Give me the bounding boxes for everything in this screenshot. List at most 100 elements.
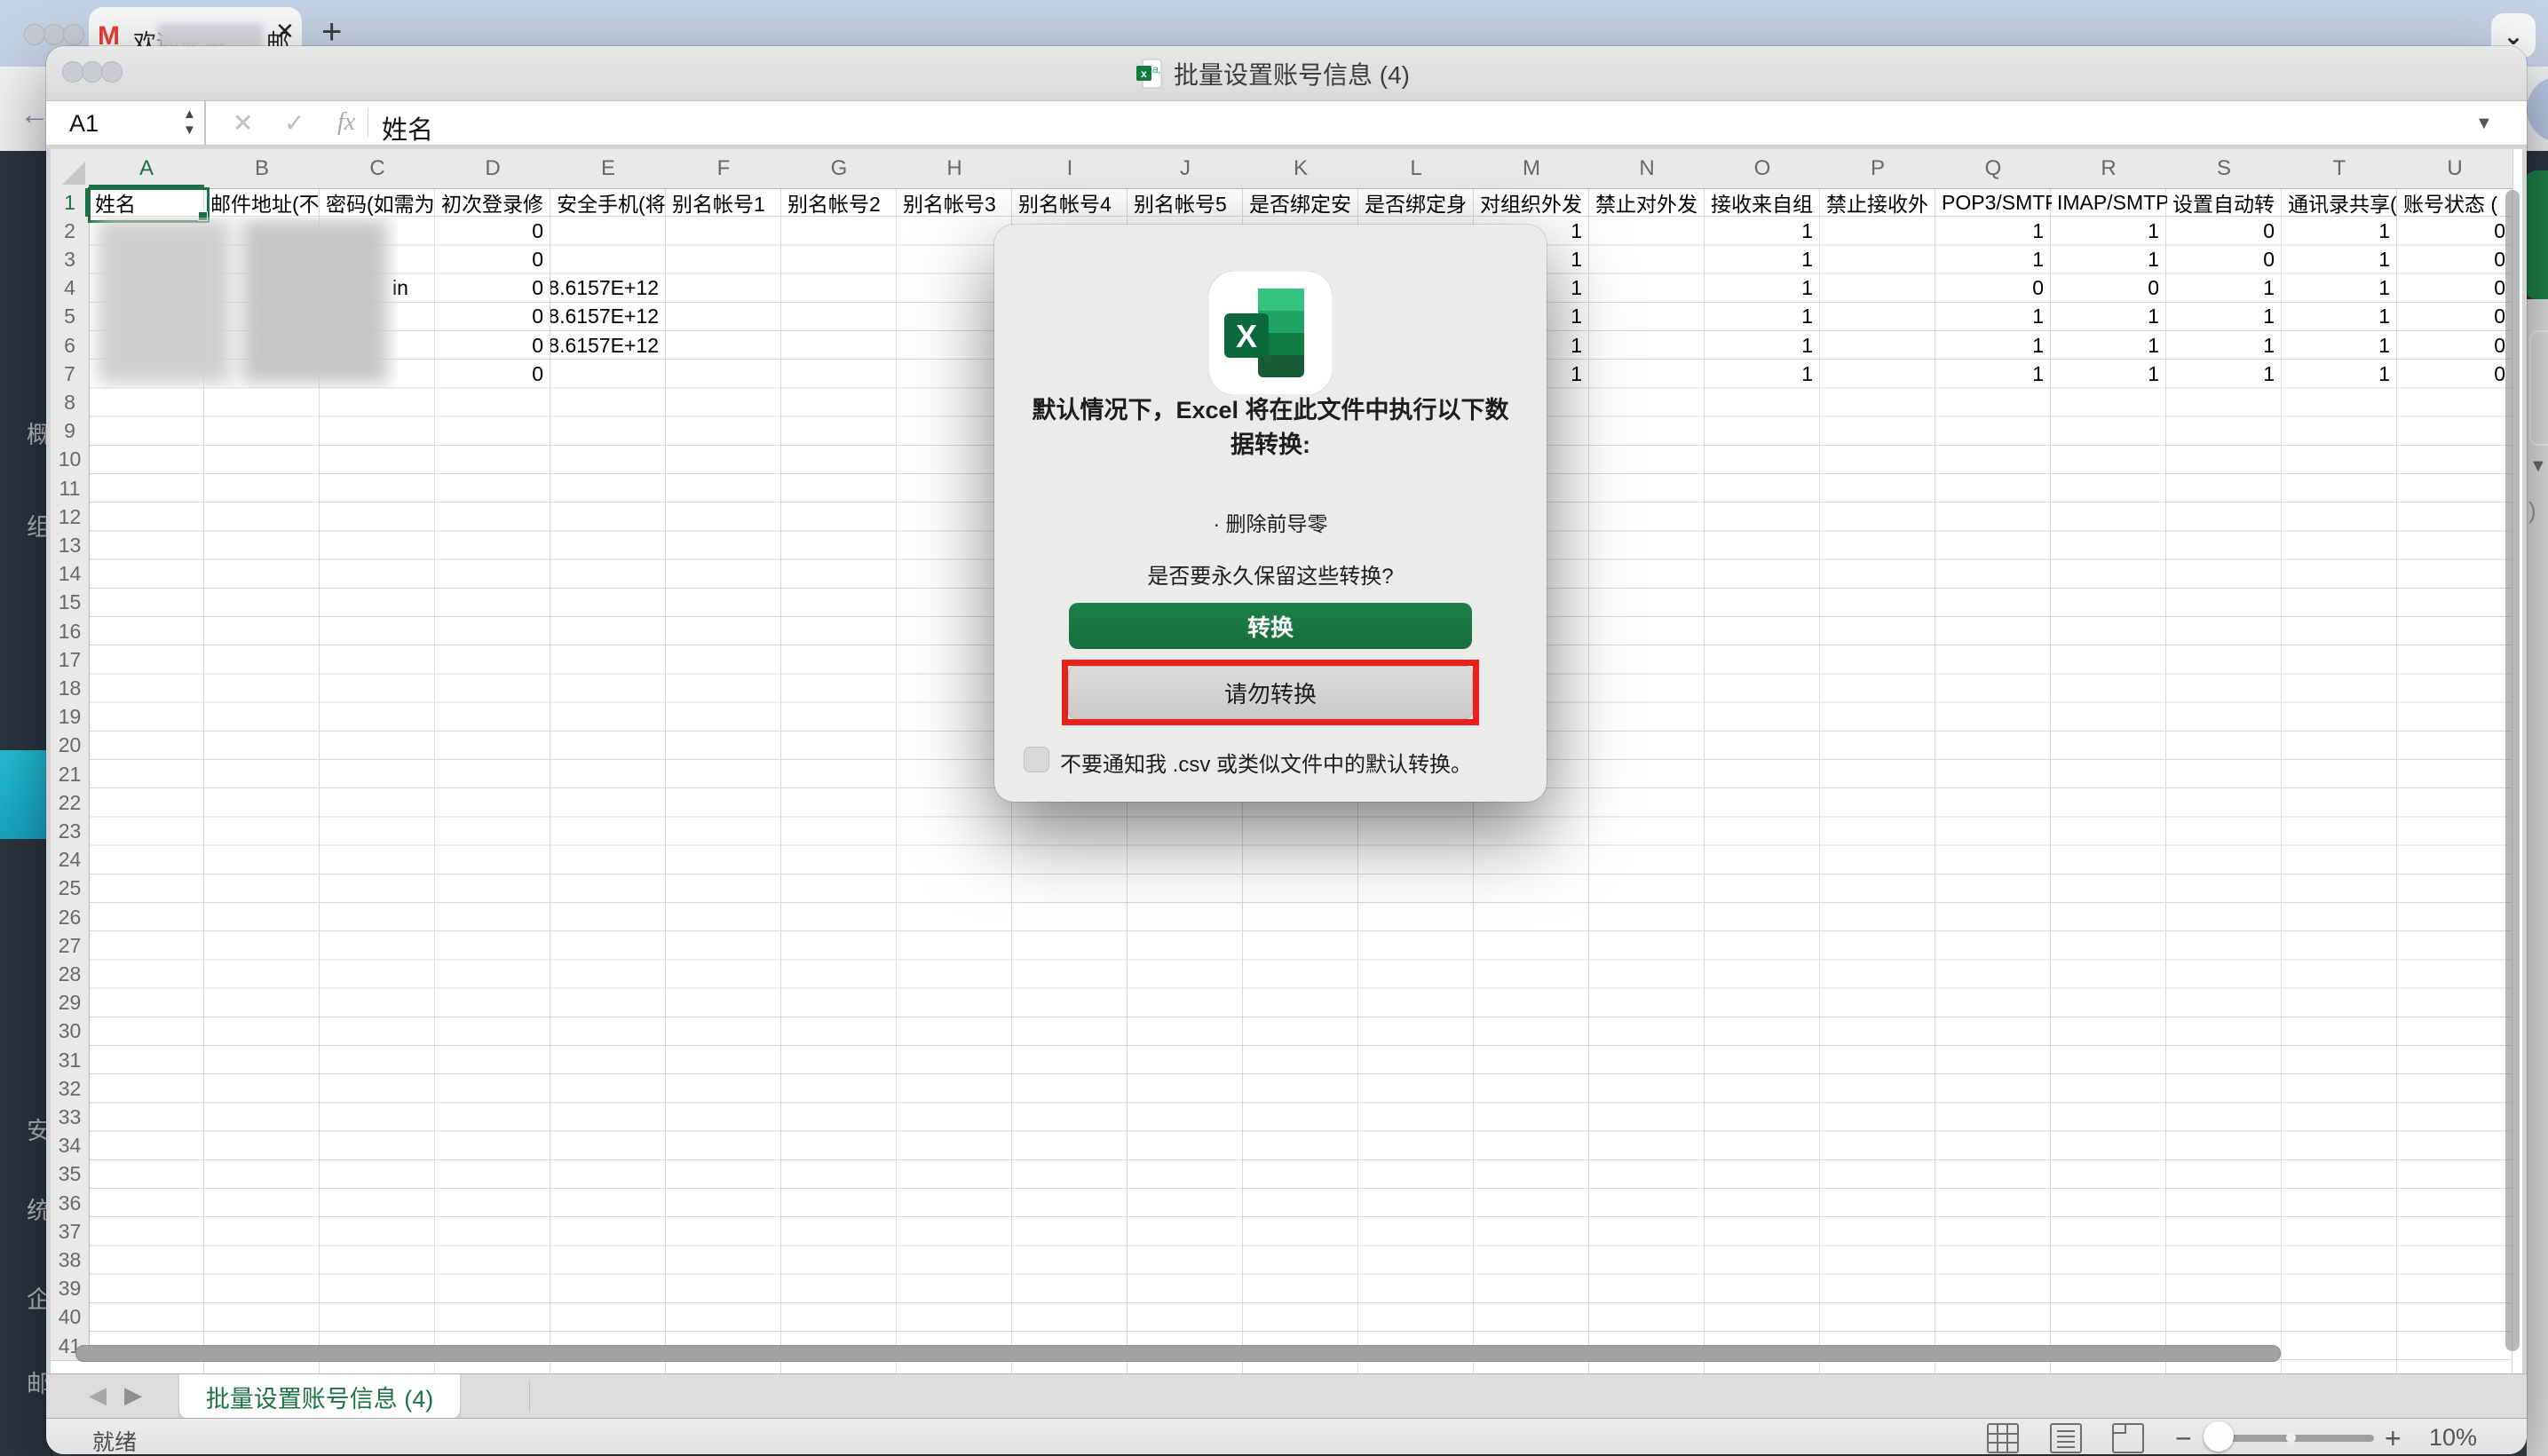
row-header-3[interactable]: 3 xyxy=(51,245,90,274)
cell-D4[interactable]: 0 xyxy=(435,274,550,303)
column-header-A[interactable]: A xyxy=(89,149,205,189)
normal-view-icon[interactable] xyxy=(1987,1423,2019,1453)
name-box[interactable]: A1 ▲▼ xyxy=(53,101,206,145)
cell-P1[interactable]: 禁止接收外 xyxy=(1820,188,1936,217)
row-header-11[interactable]: 11 xyxy=(51,474,90,503)
horizontal-scrollbar[interactable] xyxy=(75,1345,2281,1362)
prev-sheet-icon[interactable]: ◀ xyxy=(89,1381,107,1409)
insert-function-icon[interactable]: fx xyxy=(337,108,355,137)
cell-B1[interactable]: 邮件地址(不 xyxy=(204,188,320,217)
cell-D3[interactable]: 0 xyxy=(435,245,550,273)
row-header-38[interactable]: 38 xyxy=(51,1246,90,1275)
dont-convert-button[interactable]: 请勿转换 xyxy=(1068,666,1473,719)
cell-D2[interactable]: 0 xyxy=(435,217,550,245)
cell-Q2[interactable]: 1 xyxy=(1935,217,2051,245)
cell-D5[interactable]: 0 xyxy=(435,303,550,331)
row-header-33[interactable]: 33 xyxy=(51,1103,90,1132)
excel-minimize-button[interactable] xyxy=(82,61,103,83)
cell-S5[interactable]: 1 xyxy=(2166,303,2282,331)
zoom-slider-knob[interactable] xyxy=(2204,1421,2234,1452)
cell-R4[interactable]: 0 xyxy=(2051,274,2166,303)
row-header-1[interactable]: 1 xyxy=(51,188,90,218)
cell-G1[interactable]: 别名帐号2 xyxy=(781,188,898,217)
name-box-stepper[interactable]: ▲▼ xyxy=(183,107,196,138)
row-header-19[interactable]: 19 xyxy=(51,703,90,732)
zoom-out-icon[interactable]: − xyxy=(2175,1422,2192,1454)
column-header-O[interactable]: O xyxy=(1705,149,1821,189)
row-header-5[interactable]: 5 xyxy=(51,303,90,332)
row-header-15[interactable]: 15 xyxy=(51,589,90,618)
row-header-25[interactable]: 25 xyxy=(51,874,90,904)
row-header-28[interactable]: 28 xyxy=(51,960,90,989)
tab-close-icon[interactable]: ✕ xyxy=(275,18,295,45)
cell-U6[interactable]: 0 xyxy=(2397,331,2512,360)
row-header-16[interactable]: 16 xyxy=(51,617,90,646)
column-header-Q[interactable]: Q xyxy=(1935,149,2052,189)
cell-J1[interactable]: 别名帐号5 xyxy=(1128,188,1244,217)
cell-C1[interactable]: 密码(如需为 xyxy=(320,188,436,217)
dont-notify-checkbox[interactable] xyxy=(1024,747,1049,772)
row-header-21[interactable]: 21 xyxy=(51,760,90,789)
row-header-31[interactable]: 31 xyxy=(51,1046,90,1075)
row-header-24[interactable]: 24 xyxy=(51,846,90,875)
cell-R5[interactable]: 1 xyxy=(2051,303,2166,331)
row-header-32[interactable]: 32 xyxy=(51,1074,90,1104)
cell-U7[interactable]: 0 xyxy=(2397,360,2512,388)
row-header-18[interactable]: 18 xyxy=(51,674,90,703)
column-header-C[interactable]: C xyxy=(320,149,436,189)
cell-S1[interactable]: 设置自动转 xyxy=(2166,188,2283,217)
cell-Q1[interactable]: POP3/SMTP xyxy=(1935,188,2052,217)
excel-zoom-button[interactable] xyxy=(101,61,123,83)
cell-N1[interactable]: 禁止对外发 xyxy=(1589,188,1705,217)
row-header-22[interactable]: 22 xyxy=(51,788,90,818)
row-header-4[interactable]: 4 xyxy=(51,274,90,304)
cell-E4[interactable]: 8.6157E+12 xyxy=(550,274,666,303)
column-header-N[interactable]: N xyxy=(1589,149,1705,189)
cell-R1[interactable]: IMAP/SMTP xyxy=(2051,188,2167,217)
browser-zoom-button[interactable] xyxy=(63,24,84,45)
cell-O4[interactable]: 1 xyxy=(1705,274,1820,303)
row-header-30[interactable]: 30 xyxy=(51,1017,90,1047)
cell-T7[interactable]: 1 xyxy=(2282,360,2397,388)
column-header-L[interactable]: L xyxy=(1358,149,1475,189)
cell-Q6[interactable]: 1 xyxy=(1935,331,2051,360)
cell-H1[interactable]: 别名帐号3 xyxy=(897,188,1013,217)
row-header-14[interactable]: 14 xyxy=(51,560,90,590)
sheet-tab-active[interactable]: 批量设置账号信息 (4) xyxy=(179,1374,460,1419)
cell-E1[interactable]: 安全手机(将 xyxy=(550,188,667,217)
cell-L1[interactable]: 是否绑定身 xyxy=(1358,188,1475,217)
row-header-36[interactable]: 36 xyxy=(51,1189,90,1218)
page-layout-view-icon[interactable] xyxy=(2050,1423,2082,1453)
row-header-23[interactable]: 23 xyxy=(51,817,90,846)
cell-O5[interactable]: 1 xyxy=(1705,303,1820,331)
column-header-F[interactable]: F xyxy=(666,149,782,189)
cell-R7[interactable]: 1 xyxy=(2051,360,2166,388)
cell-O1[interactable]: 接收来自组 xyxy=(1705,188,1821,217)
cell-E6[interactable]: 8.6157E+12 xyxy=(550,331,666,360)
column-header-I[interactable]: I xyxy=(1012,149,1128,189)
enter-icon[interactable]: ✓ xyxy=(284,108,305,138)
cell-K1[interactable]: 是否绑定安 xyxy=(1243,188,1359,217)
column-header-D[interactable]: D xyxy=(435,149,551,189)
column-header-J[interactable]: J xyxy=(1128,149,1244,189)
zoom-in-icon[interactable]: + xyxy=(2385,1422,2402,1454)
cancel-icon[interactable]: ✕ xyxy=(233,108,253,138)
row-header-7[interactable]: 7 xyxy=(51,360,90,389)
row-header-12[interactable]: 12 xyxy=(51,502,90,532)
row-header-2[interactable]: 2 xyxy=(51,217,90,246)
column-header-P[interactable]: P xyxy=(1820,149,1936,189)
column-header-B[interactable]: B xyxy=(204,149,320,189)
cell-S7[interactable]: 1 xyxy=(2166,360,2282,388)
row-header-8[interactable]: 8 xyxy=(51,388,90,417)
next-sheet-icon[interactable]: ▶ xyxy=(124,1381,142,1409)
column-header-M[interactable]: M xyxy=(1474,149,1590,189)
column-header-E[interactable]: E xyxy=(550,149,667,189)
column-header-R[interactable]: R xyxy=(2051,149,2167,189)
cell-O2[interactable]: 1 xyxy=(1705,217,1820,245)
cell-Q5[interactable]: 1 xyxy=(1935,303,2051,331)
cell-Q4[interactable]: 0 xyxy=(1935,274,2051,303)
cell-O7[interactable]: 1 xyxy=(1705,360,1820,388)
column-header-U[interactable]: U xyxy=(2397,149,2513,189)
column-header-H[interactable]: H xyxy=(897,149,1013,189)
cell-F1[interactable]: 别名帐号1 xyxy=(666,188,782,217)
